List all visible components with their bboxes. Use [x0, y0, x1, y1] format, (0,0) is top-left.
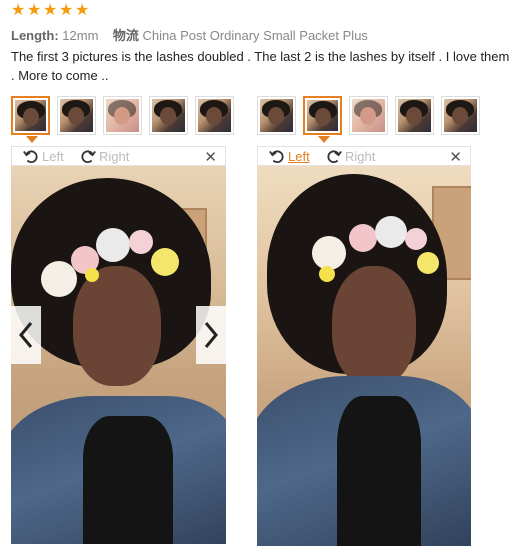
- rotate-left-label: Left: [42, 148, 64, 164]
- review-text: The first 3 pictures is the lashes doubl…: [11, 49, 510, 83]
- active-thumbnail-caret: [26, 136, 38, 143]
- length-value: 12mm: [62, 28, 99, 43]
- viewer-toolbar: Left Right ✕: [257, 146, 471, 166]
- rotate-right-button[interactable]: Right: [325, 147, 375, 165]
- thumbnail-5[interactable]: [441, 96, 480, 135]
- thumbnail-2[interactable]: [57, 96, 96, 135]
- rotate-left-button[interactable]: Left: [22, 147, 64, 165]
- star-icon: ★: [27, 2, 42, 19]
- rotate-left-icon: [23, 150, 38, 163]
- next-photo-button[interactable]: [196, 306, 226, 364]
- shipping-label: 物流: [112, 28, 139, 43]
- star-icon: ★: [75, 2, 90, 19]
- thumbnail-5[interactable]: [195, 96, 234, 135]
- rotate-right-icon: [81, 150, 96, 163]
- star-icon: ★: [11, 2, 26, 19]
- thumbnail-3[interactable]: [103, 96, 142, 135]
- close-icon[interactable]: ✕: [204, 148, 217, 166]
- rotate-right-label: Right: [345, 148, 376, 164]
- photo-viewer-right: Left Right ✕: [257, 146, 471, 546]
- prev-photo-button[interactable]: [11, 306, 41, 364]
- rotate-right-icon: [327, 150, 342, 163]
- shipping-value: China Post Ordinary Small Packet Plus: [142, 28, 368, 43]
- rotate-left-label: Left: [288, 148, 310, 164]
- rotate-left-icon: [269, 150, 284, 163]
- thumbnail-strip-right: [257, 96, 480, 135]
- thumbnail-2[interactable]: [303, 96, 342, 135]
- review-photo: [11, 166, 226, 544]
- review-meta: Length: 12mm 物流 China Post Ordinary Smal…: [11, 25, 368, 44]
- star-icon: ★: [59, 2, 74, 19]
- thumbnail-1[interactable]: [257, 96, 296, 135]
- rotate-left-button[interactable]: Left: [268, 147, 310, 165]
- star-icon: ★: [43, 2, 58, 19]
- rotate-right-button[interactable]: Right: [79, 147, 129, 165]
- thumbnail-4[interactable]: [149, 96, 188, 135]
- length-label: Length:: [11, 28, 59, 43]
- rotate-right-label: Right: [99, 148, 130, 164]
- viewer-toolbar: Left Right ✕: [11, 146, 226, 166]
- thumbnail-1[interactable]: [11, 96, 50, 135]
- review-photo: [257, 166, 471, 546]
- thumbnail-3[interactable]: [349, 96, 388, 135]
- thumbnail-4[interactable]: [395, 96, 434, 135]
- chevron-right-icon: [204, 322, 218, 348]
- chevron-left-icon: [19, 322, 33, 348]
- photo-viewer-left: Left Right ✕: [11, 146, 226, 544]
- close-icon[interactable]: ✕: [449, 148, 462, 166]
- active-thumbnail-caret: [318, 136, 330, 143]
- rating-stars: ★ ★ ★ ★ ★: [11, 2, 90, 19]
- thumbnail-strip-left: [11, 96, 234, 135]
